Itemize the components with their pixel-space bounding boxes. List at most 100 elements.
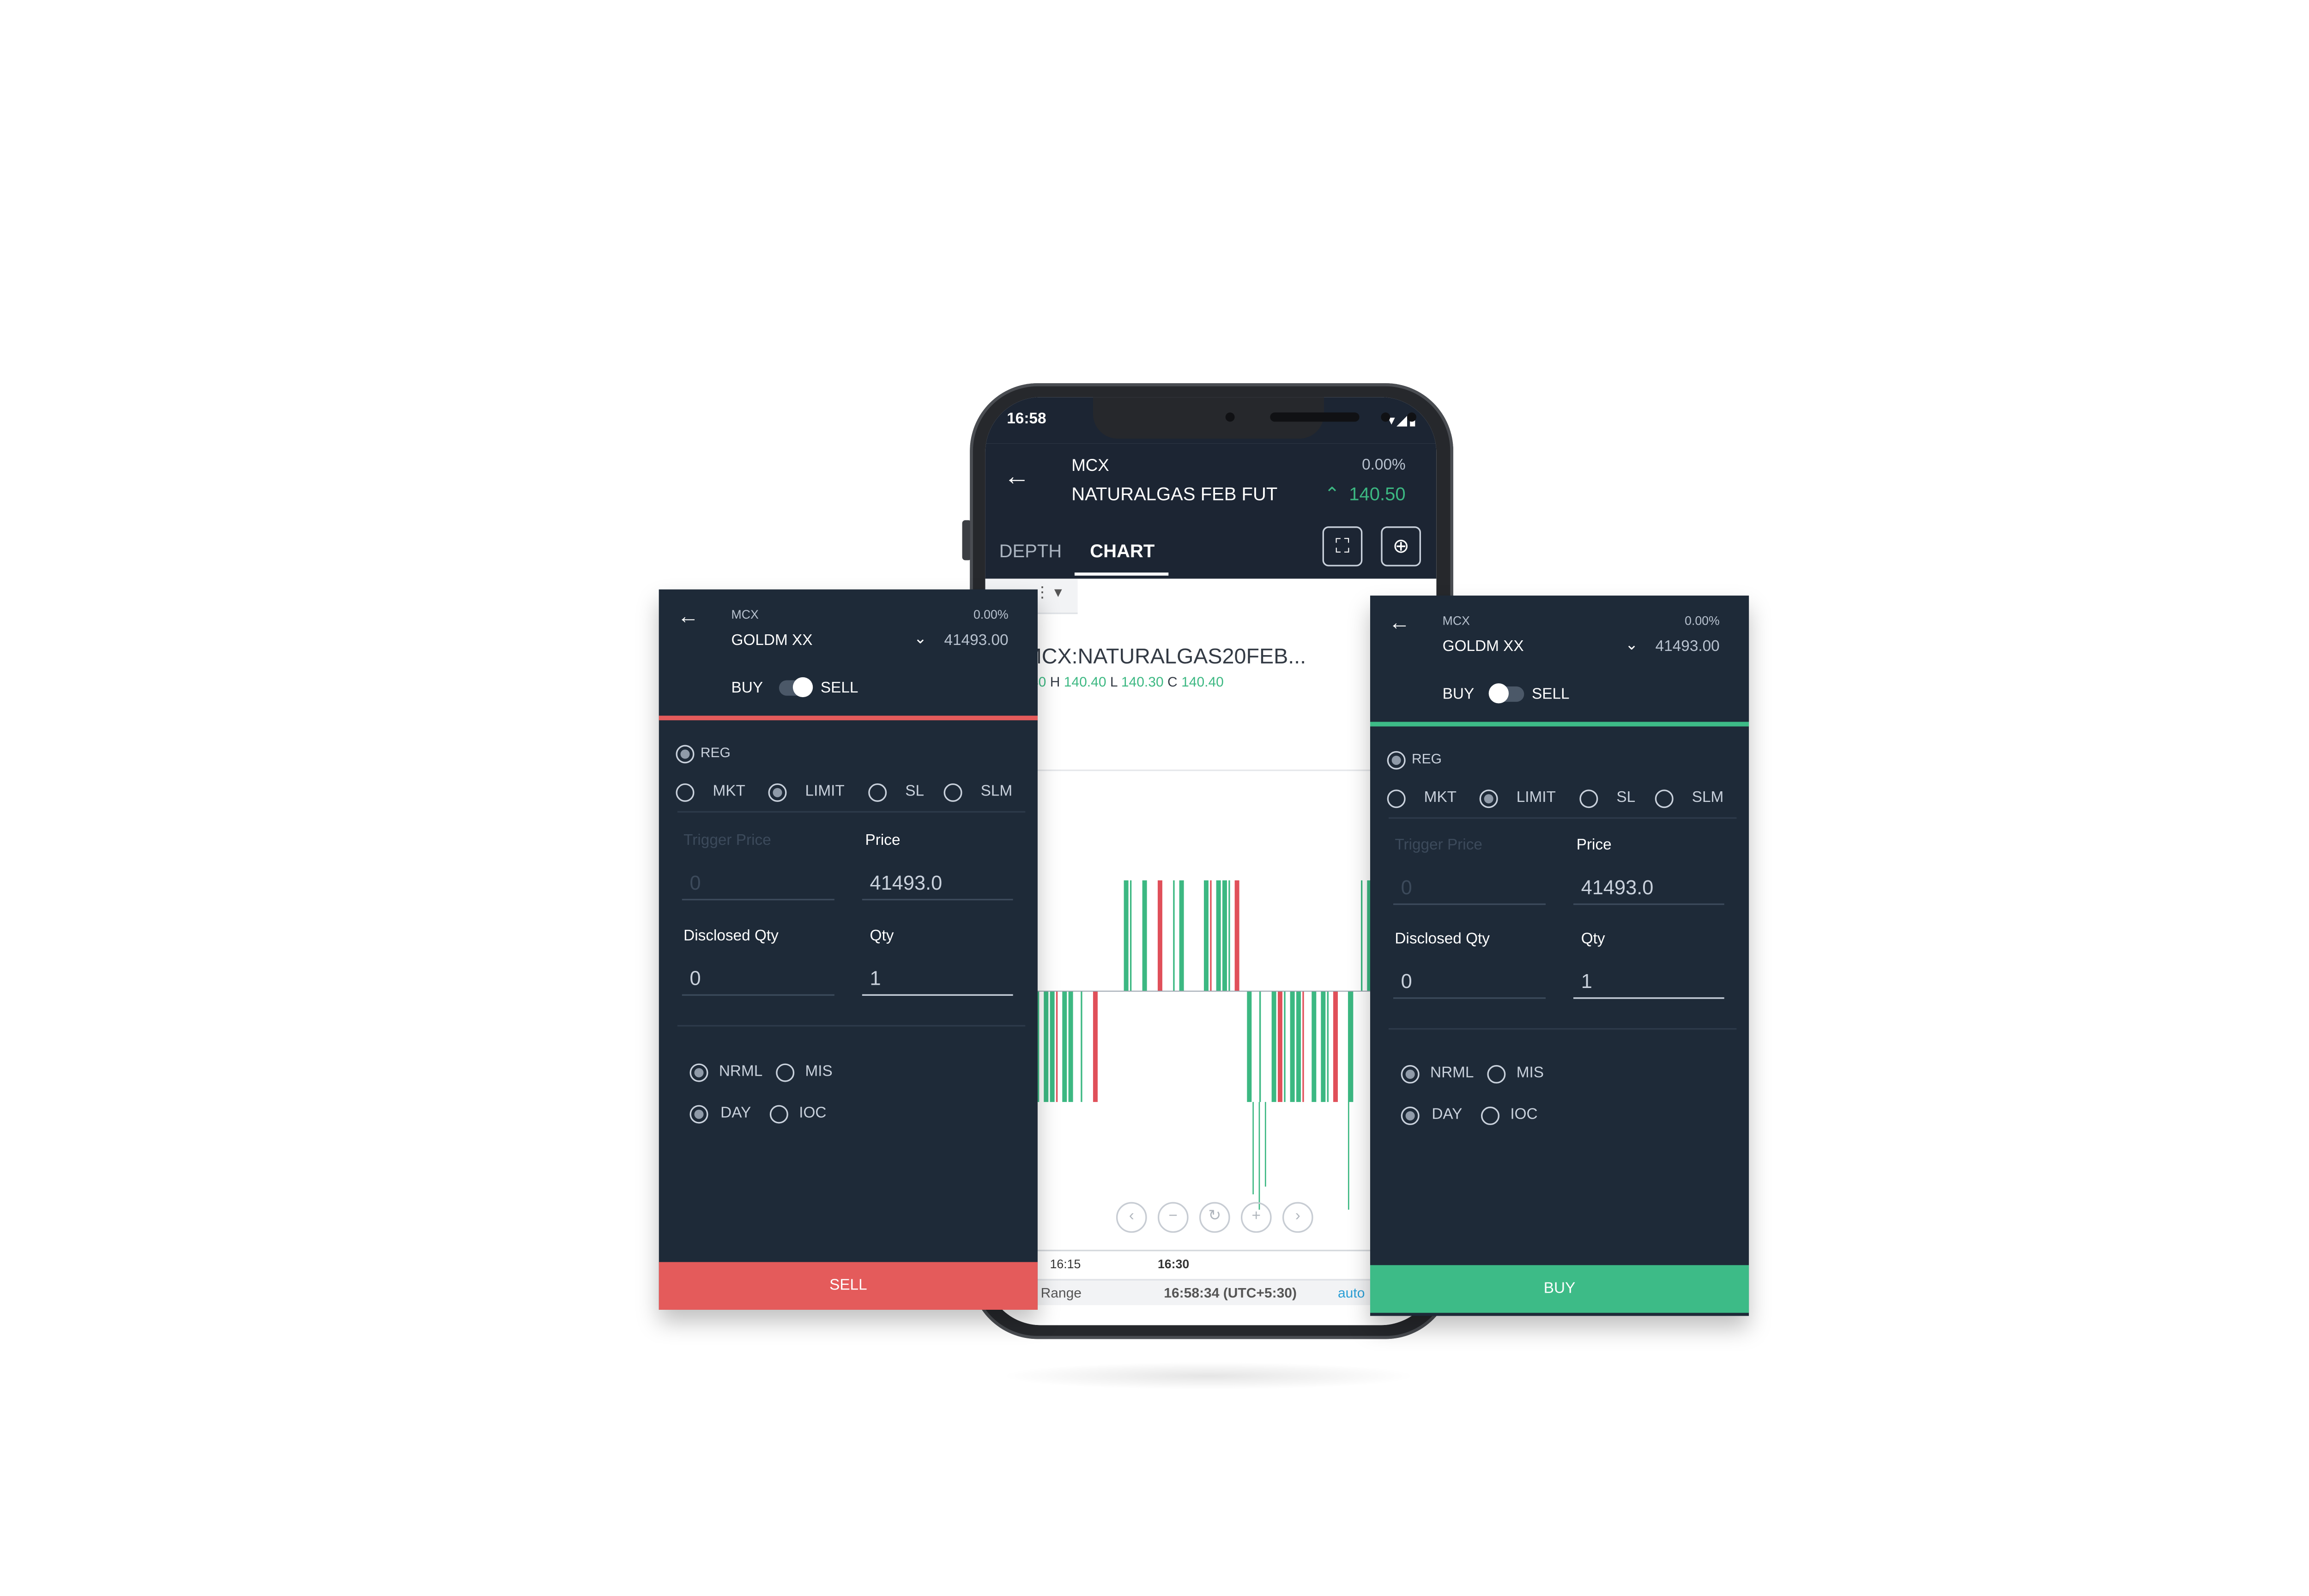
radio-nrml[interactable]	[689, 1063, 708, 1082]
radio-mis[interactable]	[1487, 1065, 1506, 1084]
ohlc-low-label: L	[1110, 674, 1118, 690]
floor-shadow	[1000, 1362, 1417, 1390]
radio-mkt[interactable]	[676, 783, 695, 802]
toggle-knob	[1488, 683, 1509, 704]
radio-sl[interactable]	[1579, 789, 1598, 808]
candle	[1302, 991, 1304, 1102]
candle	[1210, 880, 1212, 991]
tab-depth[interactable]: DEPTH	[999, 540, 1062, 562]
candle	[1124, 880, 1129, 991]
radio-ioc[interactable]	[769, 1105, 788, 1124]
validity-label: DAY	[1432, 1106, 1463, 1124]
radio-day[interactable]	[689, 1105, 708, 1124]
radio-day[interactable]	[1401, 1106, 1420, 1125]
candle	[1284, 991, 1286, 1102]
section-divider	[677, 1025, 1026, 1027]
back-arrow-icon[interactable]: ←	[677, 603, 699, 628]
speaker-grille	[1270, 412, 1360, 422]
radio-mis[interactable]	[776, 1063, 795, 1082]
candle	[1222, 880, 1227, 991]
qty-field[interactable]: 1	[870, 967, 881, 990]
radio-reg[interactable]	[676, 745, 695, 764]
change-percent: 0.00%	[1362, 457, 1406, 474]
validity-label: IOC	[1510, 1106, 1538, 1124]
mode-accent-bar	[659, 716, 1038, 721]
variety-label: REG	[700, 745, 731, 760]
candle	[1321, 991, 1326, 1102]
disclosed-qty-field[interactable]: 0	[689, 967, 701, 990]
buy-sell-toggle[interactable]	[1488, 683, 1524, 704]
chevron-left-icon[interactable]: ‹	[1116, 1202, 1147, 1233]
candle	[1327, 991, 1329, 1102]
radio-reg[interactable]	[1387, 751, 1406, 770]
chevron-down-icon: ⌄	[1625, 637, 1638, 654]
candle	[1277, 991, 1282, 1102]
field-underline	[682, 994, 834, 996]
radio-slm[interactable]	[943, 783, 962, 802]
buy-button[interactable]: BUY	[1370, 1265, 1749, 1313]
candle	[1056, 991, 1058, 1102]
zoom-in-icon[interactable]: +	[1240, 1202, 1272, 1233]
chart-ohlc: .40 H 140.40 L 140.30 C 140.40	[1027, 674, 1224, 689]
buy-sell-toggle[interactable]	[779, 677, 813, 698]
qty-field[interactable]: 1	[1581, 970, 1592, 993]
radio-nrml[interactable]	[1401, 1065, 1420, 1084]
candle	[1157, 880, 1162, 991]
chart-menu-icon[interactable]: ⋮ ▾	[1034, 585, 1062, 602]
instrument-header: ← MCX NATURALGAS FEB FUT 0.00% ⌃ 140.50 D…	[985, 443, 1437, 579]
radio-limit[interactable]	[768, 783, 787, 802]
field-underline	[862, 898, 1013, 901]
trigger-price-field[interactable]: 0	[1401, 876, 1412, 899]
radio-mkt[interactable]	[1387, 789, 1406, 808]
add-alert-icon[interactable]: ⊕	[1381, 526, 1421, 566]
price-field[interactable]: 41493.0	[1581, 876, 1654, 899]
radio-ioc[interactable]	[1481, 1106, 1500, 1125]
chevron-down-icon: ⌄	[913, 631, 927, 648]
chevron-right-icon[interactable]: ›	[1282, 1202, 1313, 1233]
last-price: 41493.00	[944, 632, 1009, 650]
back-arrow-icon[interactable]: ←	[1389, 609, 1410, 634]
radio-sl[interactable]	[868, 783, 887, 802]
range-button[interactable]: Range	[1041, 1285, 1082, 1301]
disclosed-qty-field[interactable]: 0	[1401, 970, 1412, 993]
price-field[interactable]: 41493.0	[870, 871, 943, 894]
radio-limit[interactable]	[1479, 789, 1498, 808]
field-underline-active	[862, 994, 1013, 996]
zoom-out-icon[interactable]: −	[1157, 1202, 1189, 1233]
candle	[1062, 991, 1067, 1102]
section-divider	[677, 811, 1026, 813]
candle	[1179, 880, 1184, 991]
time-tick: 16:15	[1050, 1257, 1081, 1271]
product-label: MIS	[1516, 1065, 1544, 1082]
sell-button[interactable]: SELL	[659, 1262, 1038, 1310]
ohlc-low: 140.30	[1121, 674, 1164, 690]
back-arrow-icon[interactable]: ←	[1004, 462, 1030, 493]
candle	[1333, 991, 1338, 1102]
chart-area[interactable]: ⋮ ▾ MCX:NATURALGAS20FEB... .40 H 140.40 …	[985, 578, 1437, 1325]
reset-icon[interactable]: ↻	[1199, 1202, 1230, 1233]
time-tick: 16:30	[1157, 1257, 1190, 1271]
trigger-price-field[interactable]: 0	[689, 871, 701, 894]
toggle-knob	[792, 677, 813, 698]
buy-order-panel: ← MCX 0.00% GOLDM XX ⌄ 41493.00 BUY SELL…	[1370, 596, 1749, 1316]
candle	[1068, 991, 1073, 1102]
candle	[1247, 991, 1252, 1102]
last-price: ⌃ 140.50	[1324, 483, 1406, 505]
fullscreen-icon[interactable]: ⛶	[1322, 526, 1363, 566]
order-type-label: SL	[905, 783, 925, 801]
status-time: 16:58	[1007, 411, 1046, 428]
radio-slm[interactable]	[1655, 789, 1674, 808]
chart-symbol: MCX:NATURALGAS20FEB...	[1023, 643, 1306, 668]
validity-label: DAY	[720, 1105, 751, 1122]
product-label: MIS	[805, 1063, 833, 1081]
candle	[1312, 991, 1317, 1102]
phone-screen: 16:58 ▾◢▮ ← MCX NATURALGAS FEB FUT 0.00%…	[985, 397, 1437, 1325]
order-type-label: SLM	[980, 783, 1013, 801]
section-divider	[1388, 1028, 1737, 1030]
candle	[1360, 880, 1363, 991]
order-type-label: SL	[1616, 789, 1636, 807]
auto-scale-button[interactable]: auto	[1338, 1285, 1365, 1301]
exchange-label: MCX	[1071, 457, 1109, 476]
order-header: ← MCX 0.00% GOLDM XX ⌄ 41493.00 BUY SELL	[659, 589, 1038, 716]
tab-chart[interactable]: CHART	[1090, 540, 1154, 562]
